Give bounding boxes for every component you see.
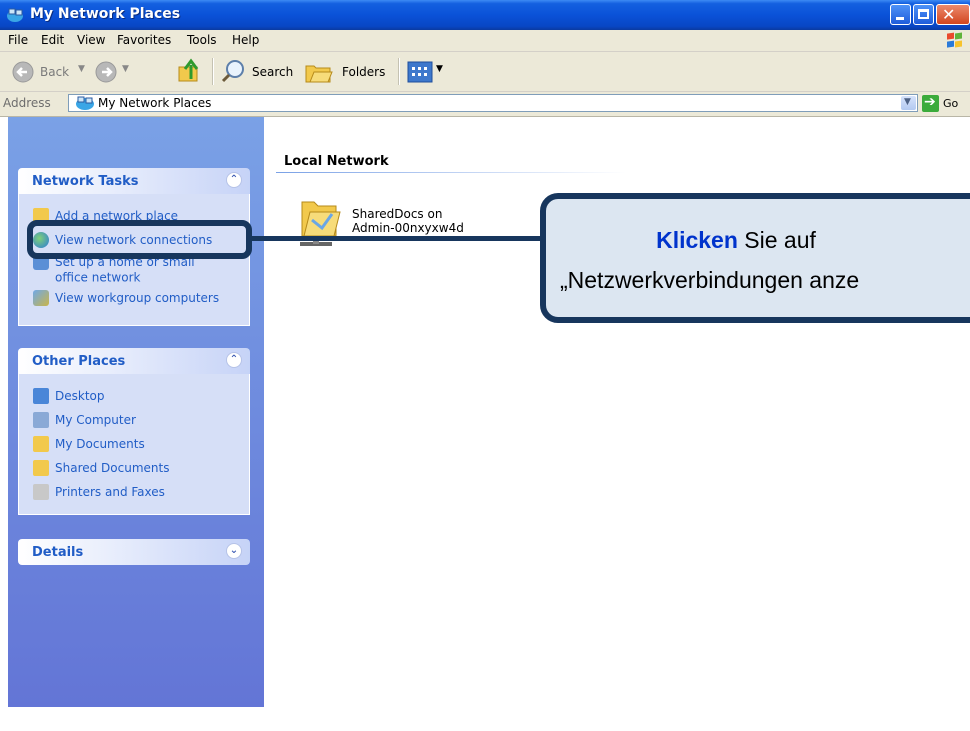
callout-rest: Sie auf bbox=[737, 227, 816, 253]
toolbar-separator bbox=[212, 58, 214, 85]
go-label[interactable]: Go bbox=[943, 97, 958, 110]
details-panel: Details ⌄ bbox=[18, 539, 250, 565]
instruction-callout: Klicken Sie auf „Netzwerkverbindungen an… bbox=[540, 193, 970, 323]
folders-icon[interactable] bbox=[304, 60, 334, 84]
go-arrow-icon: ➔ bbox=[924, 94, 936, 110]
shared-folder-icon[interactable] bbox=[296, 190, 342, 260]
forward-dropdown-icon[interactable]: ▼ bbox=[122, 64, 129, 74]
network-tasks-title: Network Tasks bbox=[32, 174, 139, 189]
folders-button-label[interactable]: Folders bbox=[342, 65, 385, 79]
task-view-workgroup-computers[interactable]: View workgroup computers bbox=[33, 290, 219, 306]
window-title: My Network Places bbox=[30, 6, 181, 22]
menu-favorites[interactable]: Favorites bbox=[117, 33, 171, 47]
network-tasks-header[interactable]: Network Tasks ⌃ bbox=[18, 168, 250, 194]
menu-help[interactable]: Help bbox=[232, 33, 259, 47]
other-places-title: Other Places bbox=[32, 354, 126, 369]
place-my-documents[interactable]: My Documents bbox=[33, 436, 145, 452]
bottom-margin bbox=[0, 707, 970, 731]
menu-edit[interactable]: Edit bbox=[41, 33, 64, 47]
callout-bold: Klicken bbox=[656, 227, 738, 253]
address-bar: Address My Network Places ▼ ➔ Go bbox=[0, 92, 970, 117]
place-desktop[interactable]: Desktop bbox=[33, 388, 105, 404]
menu-view[interactable]: View bbox=[77, 33, 105, 47]
toolbar-separator bbox=[398, 58, 400, 85]
views-dropdown-icon[interactable]: ▼ bbox=[436, 64, 443, 74]
other-places-header[interactable]: Other Places ⌃ bbox=[18, 348, 250, 374]
network-places-icon bbox=[76, 96, 94, 110]
place-shared-documents[interactable]: Shared Documents bbox=[33, 460, 169, 476]
back-arrow-icon[interactable] bbox=[12, 61, 34, 83]
address-label: Address bbox=[3, 96, 51, 110]
other-places-panel: Other Places ⌃ Desktop My Computer My Do… bbox=[18, 348, 250, 515]
forward-arrow-icon[interactable] bbox=[95, 61, 117, 83]
search-icon[interactable] bbox=[220, 58, 248, 84]
my-documents-icon bbox=[33, 436, 49, 452]
views-icon[interactable] bbox=[407, 61, 433, 83]
collapse-icon[interactable]: ⌃ bbox=[226, 172, 242, 188]
shared-item-host[interactable]: Admin-00nxyxw4d bbox=[352, 221, 464, 235]
collapse-icon[interactable]: ⌃ bbox=[226, 352, 242, 368]
menu-file[interactable]: File bbox=[8, 33, 28, 47]
my-computer-icon bbox=[33, 412, 49, 428]
minimize-button[interactable] bbox=[890, 4, 911, 25]
windows-flag-icon bbox=[947, 32, 962, 48]
place-my-computer[interactable]: My Computer bbox=[33, 412, 136, 428]
back-button-label[interactable]: Back bbox=[40, 65, 69, 79]
chevron-down-icon: ▼ bbox=[904, 97, 911, 107]
desktop-icon bbox=[33, 388, 49, 404]
go-button[interactable]: ➔ bbox=[922, 94, 939, 112]
other-places-body: Desktop My Computer My Documents Shared … bbox=[18, 374, 250, 515]
network-places-icon bbox=[7, 8, 23, 22]
close-button[interactable]: ✕ bbox=[936, 4, 970, 25]
maximize-button[interactable] bbox=[913, 4, 934, 25]
shared-item-label[interactable]: SharedDocs on bbox=[352, 207, 442, 221]
close-icon: ✕ bbox=[942, 5, 956, 24]
callout-line1: Klicken Sie auf bbox=[546, 227, 926, 254]
heading-divider bbox=[276, 172, 626, 173]
back-dropdown-icon[interactable]: ▼ bbox=[78, 64, 85, 74]
shared-documents-icon bbox=[33, 460, 49, 476]
toolbar: Back ▼ ▼ Search Folders ▼ bbox=[0, 52, 970, 92]
callout-line2: „Netzwerkverbindungen anze bbox=[560, 267, 860, 293]
up-folder-icon[interactable] bbox=[177, 57, 205, 85]
workgroup-computers-icon bbox=[33, 290, 49, 306]
maximize-icon bbox=[918, 9, 929, 19]
details-header[interactable]: Details ⌄ bbox=[18, 539, 250, 565]
menu-tools[interactable]: Tools bbox=[187, 33, 217, 47]
title-bar[interactable]: My Network Places ✕ bbox=[0, 0, 970, 30]
minimize-icon bbox=[896, 17, 904, 20]
place-printers-and-faxes[interactable]: Printers and Faxes bbox=[33, 484, 165, 500]
address-value: My Network Places bbox=[98, 96, 212, 110]
menu-bar: File Edit View Favorites Tools Help bbox=[0, 30, 970, 52]
local-network-heading: Local Network bbox=[284, 154, 389, 169]
printers-icon bbox=[33, 484, 49, 500]
details-title: Details bbox=[32, 545, 84, 560]
highlight-box bbox=[27, 220, 252, 259]
address-dropdown-button[interactable]: ▼ bbox=[901, 96, 916, 110]
expand-icon[interactable]: ⌄ bbox=[226, 543, 242, 559]
search-button-label[interactable]: Search bbox=[252, 65, 293, 79]
network-tasks-body: Add a network place View network connect… bbox=[18, 194, 250, 326]
task-set-up-home-network-line2[interactable]: office network bbox=[55, 270, 140, 285]
address-input[interactable]: My Network Places ▼ bbox=[68, 94, 918, 112]
callout-connector bbox=[252, 236, 540, 241]
